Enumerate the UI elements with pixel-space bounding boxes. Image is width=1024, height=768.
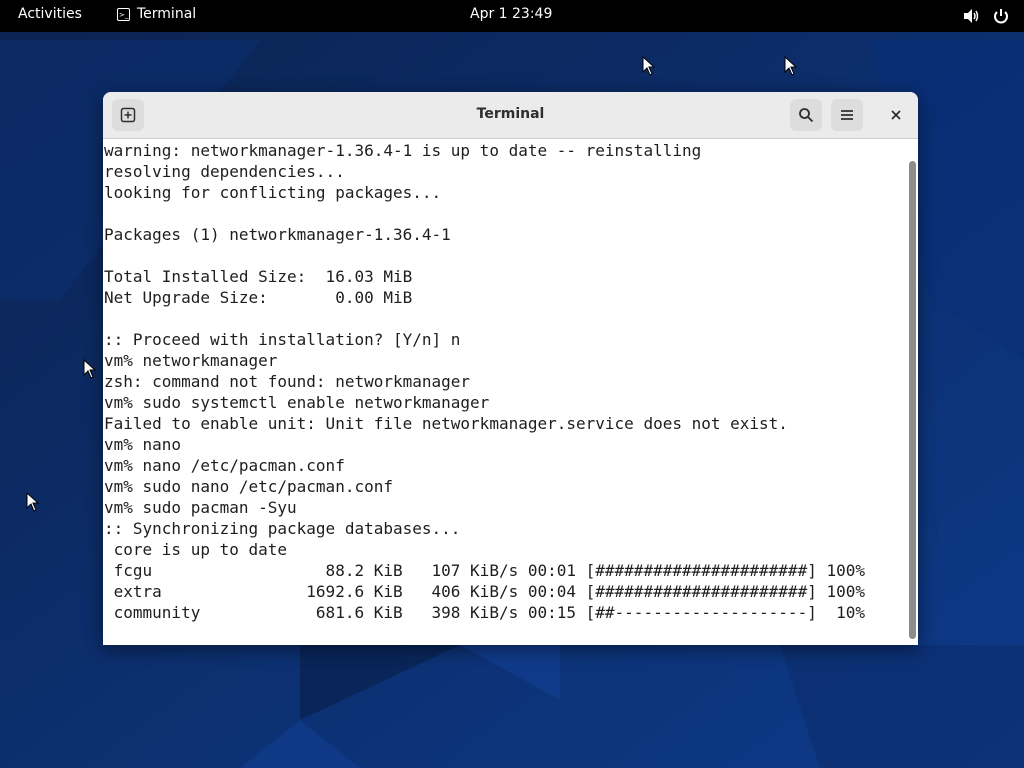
- hamburger-menu-icon: [841, 110, 853, 120]
- volume-icon: [964, 9, 979, 23]
- terminal-line: fcgu 88.2 KiB 107 KiB/s 00:01 [#########…: [104, 561, 865, 580]
- mouse-cursor-icon: [642, 56, 656, 76]
- power-icon: [994, 9, 1008, 24]
- terminal-line: vm% nano /etc/pacman.conf: [104, 456, 345, 475]
- terminal-line: vm% networkmanager: [104, 351, 278, 370]
- header-bar[interactable]: Terminal: [103, 92, 918, 139]
- terminal-line: resolving dependencies...: [104, 162, 345, 181]
- terminal-line: Packages (1) networkmanager-1.36.4-1: [104, 225, 451, 244]
- terminal-window: Terminal warning: networkmanager-1.36.4-…: [103, 92, 918, 645]
- search-icon: [799, 108, 814, 123]
- terminal-line: vm% sudo systemctl enable networkmanager: [104, 393, 490, 412]
- terminal-line: Total Installed Size: 16.03 MiB: [104, 267, 413, 286]
- terminal-line: warning: networkmanager-1.36.4-1 is up t…: [104, 141, 702, 160]
- app-menu-label: Terminal: [137, 6, 197, 22]
- terminal-line: looking for conflicting packages...: [104, 183, 442, 202]
- terminal-line: zsh: command not found: networkmanager: [104, 372, 471, 391]
- terminal-line: :: Synchronizing package databases...: [104, 519, 461, 538]
- scrollbar-thumb[interactable]: [909, 161, 916, 639]
- terminal-line: extra 1692.6 KiB 406 KiB/s 00:04 [######…: [104, 582, 865, 601]
- terminal-line: community 681.6 KiB 398 KiB/s 00:15 [##-…: [104, 603, 865, 622]
- activities-button[interactable]: Activities: [18, 6, 82, 22]
- main-menu-button[interactable]: [831, 99, 863, 131]
- terminal-scrollbar[interactable]: [906, 139, 918, 645]
- close-icon: [891, 110, 901, 120]
- terminal-line: vm% sudo pacman -Syu: [104, 498, 297, 517]
- top-bar: Activities >_ Terminal Apr 1 23:49: [0, 0, 1024, 32]
- terminal-line: core is up to date: [104, 540, 288, 559]
- app-menu-button[interactable]: >_ Terminal: [117, 6, 196, 22]
- terminal-line: :: Proceed with installation? [Y/n] n: [104, 330, 461, 349]
- terminal-output[interactable]: warning: networkmanager-1.36.4-1 is up t…: [104, 139, 904, 645]
- terminal-line: Net Upgrade Size: 0.00 MiB: [104, 288, 413, 307]
- terminal-line: Failed to enable unit: Unit file network…: [104, 414, 788, 433]
- terminal-app-icon: >_: [117, 7, 130, 21]
- search-button[interactable]: [790, 99, 822, 131]
- terminal-line: vm% sudo nano /etc/pacman.conf: [104, 477, 393, 496]
- mouse-cursor-icon: [26, 492, 40, 512]
- mouse-cursor-icon: [784, 56, 798, 76]
- terminal-line: vm% nano: [104, 435, 182, 454]
- mouse-cursor-icon: [83, 359, 97, 379]
- close-button[interactable]: [880, 99, 912, 131]
- system-menu[interactable]: [962, 7, 1010, 25]
- clock[interactable]: Apr 1 23:49: [470, 6, 552, 22]
